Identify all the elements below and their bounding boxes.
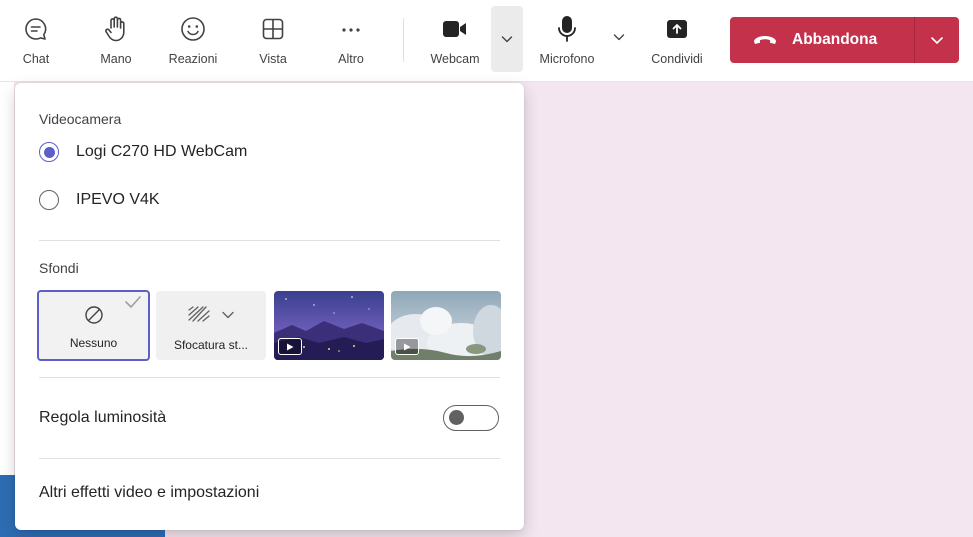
- toolbar-separator: [403, 18, 404, 62]
- webcam-button[interactable]: Webcam: [420, 0, 490, 74]
- microphone-options-button[interactable]: [606, 0, 632, 74]
- leave-button[interactable]: Abbandona: [730, 17, 914, 63]
- meeting-toolbar: Chat Mano Reazioni Vista Altro Webcam Mi…: [0, 0, 973, 82]
- microphone-button[interactable]: Microfono: [530, 0, 604, 74]
- video-background-icon: [395, 338, 419, 355]
- more-dots-icon: [338, 12, 364, 46]
- microphone-icon: [555, 12, 579, 46]
- video-background-icon: [278, 338, 302, 355]
- brightness-label: Regola luminosità: [39, 409, 167, 426]
- chevron-down-icon: [501, 36, 513, 43]
- camera-section-title: Videocamera: [39, 111, 122, 127]
- view-button[interactable]: Vista: [248, 0, 298, 74]
- chevron-down-icon: [613, 34, 625, 41]
- raise-hand-button[interactable]: Mano: [90, 0, 142, 74]
- chat-button[interactable]: Chat: [8, 0, 64, 74]
- chevron-down-icon: [931, 37, 943, 44]
- background-image-night-tile[interactable]: [274, 291, 384, 360]
- camera-option-logi[interactable]: Logi C270 HD WebCam: [39, 142, 247, 162]
- grid-view-icon: [260, 12, 286, 46]
- share-icon: [665, 12, 689, 46]
- brightness-toggle[interactable]: [443, 405, 499, 431]
- left-strip: [0, 82, 14, 537]
- divider: [39, 377, 500, 378]
- radio-selected[interactable]: [39, 142, 59, 162]
- share-button[interactable]: Condividi: [641, 0, 713, 74]
- blur-icon: [188, 306, 210, 322]
- no-entry-icon: [85, 306, 103, 324]
- leave-button-group: Abbandona: [730, 17, 959, 63]
- more-video-effects-link[interactable]: Altri effetti video e impostazioni: [39, 484, 259, 502]
- webcam-options-panel: Videocamera Logi C270 HD WebCam IPEVO V4…: [15, 83, 524, 530]
- backgrounds-section-title: Sfondi: [39, 260, 79, 276]
- webcam-options-button[interactable]: [491, 6, 523, 72]
- divider: [39, 458, 500, 459]
- reactions-button[interactable]: Reazioni: [162, 0, 224, 74]
- smiley-icon: [179, 12, 207, 46]
- background-image-snow-tile[interactable]: [391, 291, 501, 360]
- chat-icon: [23, 12, 49, 46]
- divider: [39, 240, 500, 241]
- chevron-down-icon: [222, 311, 234, 319]
- background-blur-tile[interactable]: Sfocatura st...: [156, 291, 266, 360]
- hang-up-icon: [754, 36, 776, 44]
- hand-icon: [103, 12, 129, 46]
- camera-option-ipevo[interactable]: IPEVO V4K: [39, 190, 160, 210]
- checkmark-icon: [125, 296, 141, 308]
- toggle-knob: [449, 410, 464, 425]
- leave-options-button[interactable]: [915, 17, 959, 63]
- background-none-tile[interactable]: Nessuno: [37, 290, 150, 361]
- more-button[interactable]: Altro: [326, 0, 376, 74]
- camera-icon: [441, 12, 469, 46]
- radio-unselected[interactable]: [39, 190, 59, 210]
